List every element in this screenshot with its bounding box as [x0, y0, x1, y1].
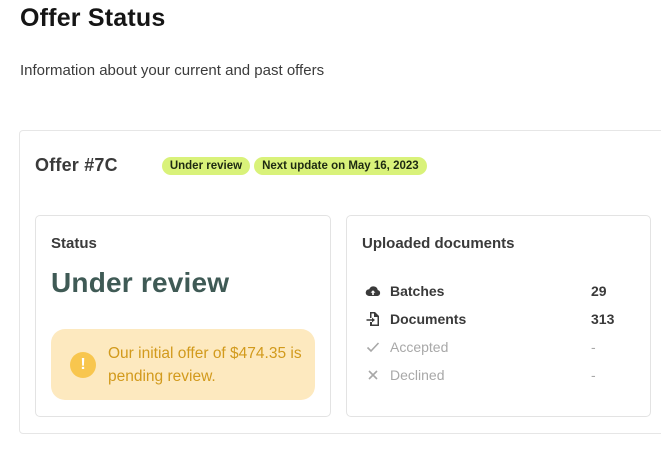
- docs-row-label: Batches: [390, 283, 445, 299]
- uploaded-documents-panel: Uploaded documents Batches 29 Documents …: [346, 215, 651, 417]
- exclamation-icon: !: [70, 351, 96, 378]
- next-update-badge: Next update on May 16, 2023: [254, 156, 427, 175]
- docs-row-label: Accepted: [390, 339, 449, 355]
- document-import-icon: [365, 311, 381, 327]
- docs-row-batches: Batches 29: [365, 277, 615, 305]
- check-icon: [365, 339, 381, 355]
- offer-id-redaction: [115, 156, 152, 175]
- offer-header: Offer #7C Under review Next update on Ma…: [35, 155, 427, 176]
- docs-row-documents: Documents 313: [365, 305, 615, 333]
- docs-row-label: Documents: [390, 311, 467, 327]
- offer-badges: Under review Next update on May 16, 2023: [161, 156, 427, 175]
- docs-row-value: 29: [591, 283, 607, 299]
- docs-row-accepted: Accepted -: [365, 333, 615, 361]
- docs-panel-title: Uploaded documents: [362, 235, 515, 252]
- page-title: Offer Status: [20, 4, 166, 32]
- docs-row-declined: Declined -: [365, 361, 615, 389]
- status-panel-title: Status: [51, 235, 97, 252]
- alert-text: Our initial offer of $474.35 is pending …: [108, 344, 302, 385]
- status-panel: Status Under review ! Our initial offer …: [35, 215, 331, 417]
- cloud-upload-icon: [365, 283, 381, 299]
- status-value: Under review: [51, 267, 230, 298]
- pending-review-alert: ! Our initial offer of $474.35 is pendin…: [51, 329, 315, 400]
- docs-row-label: Declined: [390, 367, 445, 383]
- offer-id: Offer #7C: [35, 155, 118, 175]
- page-subtitle: Information about your current and past …: [20, 62, 325, 79]
- docs-row-value: -: [591, 339, 596, 355]
- docs-list: Batches 29 Documents 313 Accepted - Decl…: [365, 277, 615, 389]
- x-icon: [365, 367, 381, 383]
- offer-card: Offer #7C Under review Next update on Ma…: [19, 130, 661, 434]
- status-badge: Under review: [161, 156, 251, 175]
- docs-row-value: -: [591, 367, 596, 383]
- docs-row-value: 313: [591, 311, 615, 327]
